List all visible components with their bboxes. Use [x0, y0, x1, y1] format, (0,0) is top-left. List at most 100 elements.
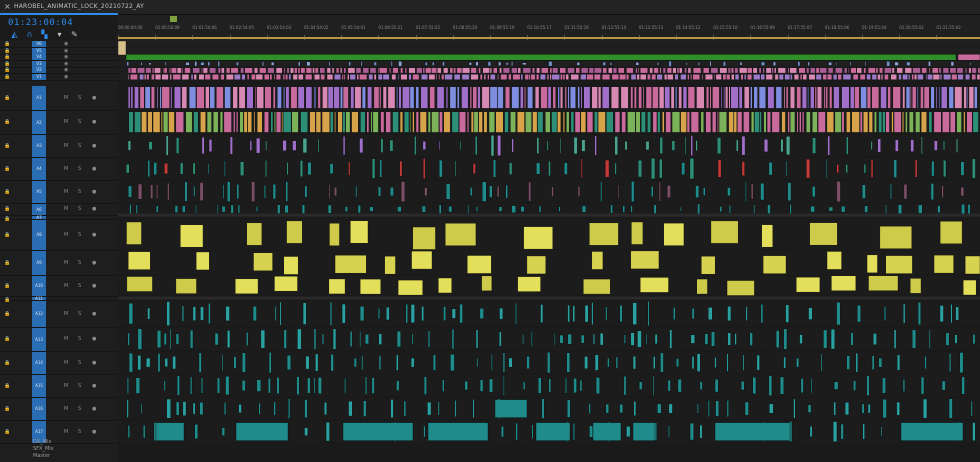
track-target-a10[interactable]: A10 [32, 275, 46, 296]
clip[interactable] [680, 74, 687, 80]
clip[interactable] [639, 381, 643, 390]
clip[interactable] [185, 62, 190, 66]
clip[interactable] [682, 86, 688, 109]
clip[interactable] [612, 67, 618, 74]
clip[interactable] [169, 328, 172, 350]
clip[interactable] [181, 67, 184, 74]
clip[interactable] [216, 86, 224, 109]
clip[interactable] [861, 403, 865, 414]
clip[interactable] [283, 67, 286, 74]
clip[interactable] [855, 352, 859, 373]
clip[interactable] [283, 256, 299, 275]
clip[interactable] [343, 74, 346, 80]
clip[interactable] [630, 86, 634, 109]
clip[interactable] [557, 86, 560, 109]
clip[interactable] [170, 86, 173, 109]
clip[interactable] [126, 221, 142, 245]
clip[interactable] [886, 61, 891, 67]
clip[interactable] [606, 111, 614, 133]
clip[interactable] [355, 67, 362, 74]
clip[interactable] [691, 308, 695, 320]
clip[interactable] [235, 422, 289, 441]
clip[interactable] [659, 158, 663, 179]
clip[interactable] [126, 276, 153, 292]
clip[interactable] [168, 111, 175, 133]
clip[interactable] [699, 424, 703, 439]
clip[interactable] [526, 255, 546, 275]
clip[interactable] [457, 86, 460, 109]
clip[interactable] [939, 74, 943, 80]
clip[interactable] [304, 185, 308, 198]
clip[interactable] [421, 205, 426, 213]
clip[interactable] [372, 111, 379, 133]
clip[interactable] [511, 205, 516, 213]
clip[interactable] [864, 61, 867, 67]
clip[interactable] [283, 111, 292, 133]
clip[interactable] [743, 111, 750, 133]
clip[interactable] [150, 184, 154, 199]
clip[interactable] [128, 185, 132, 198]
clip[interactable] [238, 404, 242, 414]
clip[interactable] [812, 137, 816, 154]
clip[interactable] [359, 306, 365, 322]
clip[interactable] [949, 111, 956, 133]
clip[interactable] [766, 111, 771, 133]
clip[interactable] [236, 184, 240, 200]
clip[interactable] [761, 224, 774, 248]
clip[interactable] [882, 399, 887, 419]
clip[interactable] [801, 86, 807, 109]
clip[interactable] [475, 61, 479, 66]
clip[interactable] [181, 305, 184, 322]
clip[interactable] [141, 111, 147, 133]
clip[interactable] [597, 111, 606, 133]
clip[interactable] [317, 377, 322, 395]
clip[interactable] [398, 86, 402, 109]
clip[interactable] [621, 111, 627, 133]
clip[interactable] [726, 280, 755, 296]
clip[interactable] [438, 140, 441, 151]
clip[interactable] [473, 111, 479, 133]
clip[interactable] [880, 426, 883, 437]
clip[interactable] [726, 400, 729, 418]
clip[interactable] [489, 67, 493, 74]
clip[interactable] [580, 86, 583, 109]
clip[interactable] [489, 185, 493, 198]
clip[interactable] [749, 332, 753, 346]
clip[interactable] [932, 74, 940, 80]
clip[interactable] [227, 330, 231, 348]
clip[interactable] [153, 162, 157, 175]
clip[interactable] [812, 186, 816, 197]
clip[interactable] [902, 303, 906, 324]
clip[interactable] [326, 67, 331, 74]
clip[interactable] [963, 86, 967, 109]
track-target-v6[interactable]: V6 [32, 41, 46, 47]
clip[interactable] [820, 353, 823, 372]
clip[interactable] [730, 67, 734, 74]
clip[interactable] [461, 74, 470, 80]
clip[interactable] [720, 86, 723, 109]
voiceover-record-icon[interactable]: ● [92, 429, 96, 435]
clip[interactable] [535, 422, 571, 441]
clip[interactable] [275, 111, 282, 133]
clip[interactable] [451, 328, 455, 350]
clip[interactable] [294, 67, 298, 74]
clip[interactable] [300, 111, 309, 133]
clip[interactable] [450, 354, 455, 372]
clip[interactable] [959, 352, 964, 373]
clip[interactable] [400, 67, 404, 74]
clip[interactable] [611, 74, 619, 80]
clip[interactable] [654, 334, 658, 345]
clip[interactable] [449, 86, 457, 109]
clip[interactable] [385, 111, 391, 133]
clip[interactable] [169, 67, 171, 74]
clip[interactable] [214, 332, 219, 346]
clip[interactable] [591, 251, 604, 270]
track-lane-a16[interactable] [118, 397, 980, 420]
tab-close-icon[interactable]: × [4, 2, 11, 11]
clip[interactable] [905, 111, 908, 133]
clip[interactable] [502, 67, 510, 74]
clip[interactable] [594, 354, 599, 371]
clip[interactable] [966, 111, 973, 133]
clip[interactable] [635, 62, 640, 66]
clip[interactable] [867, 67, 876, 74]
